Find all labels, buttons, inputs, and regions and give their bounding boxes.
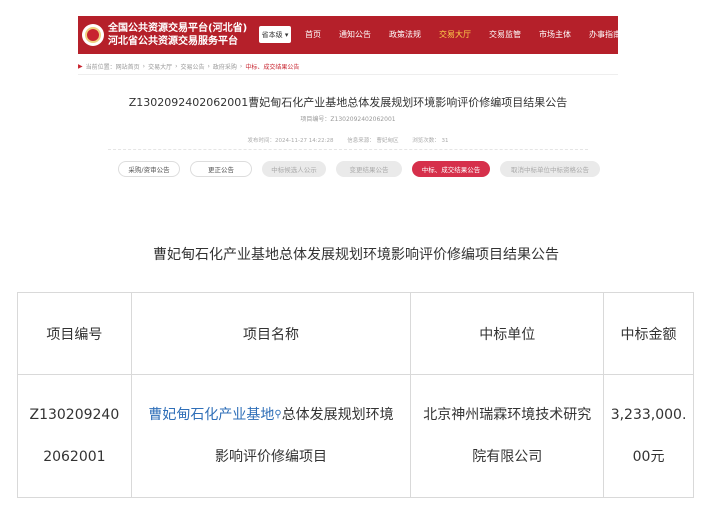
col-header-amount: 中标金额 [603, 292, 694, 375]
table-header-row: 项目编号 项目名称 中标单位 中标金额 [17, 292, 694, 375]
platform-logo [82, 24, 104, 46]
col-header-project-name: 项目名称 [130, 292, 412, 375]
divider [108, 149, 588, 150]
article-title: 曹妃甸石化产业基地总体发展规划环境影响评价修编项目结果公告 [153, 247, 559, 263]
tab-candidate-notice[interactable]: 中标候选人公示 [262, 161, 326, 177]
view-count: 浏览次数： 31 [412, 138, 449, 144]
doc-project-no: 项目编号：Z1302092402062001 [300, 116, 396, 123]
breadcrumb-announcements[interactable]: 交易公告 [180, 62, 204, 71]
tab-correction-notice[interactable]: 更正公告 [190, 161, 252, 177]
doc-title: Z1302092402062001曹妃甸石化产业基地总体发展规划环境影响评价修编… [128, 96, 568, 109]
cell-amount: 3,233,000.00元 [603, 374, 694, 498]
cell-winner: 北京神州瑞霖环境技术研究院有限公司 [410, 374, 605, 498]
region-select[interactable]: 省本级 ▾ [259, 26, 291, 43]
project-name-value: 曹妃甸石化产业基地⚲总体发展规划环境影响评价修编项目 [146, 394, 396, 478]
cell-project-no: Z1302092402062001 [17, 374, 132, 498]
embedded-screenshot: 全国公共资源交易平台(河北省) 河北省公共资源交易服务平台 省本级 ▾ 首页 通… [78, 16, 618, 204]
amount-value: 3,233,000.00元 [610, 407, 687, 465]
divider [78, 74, 618, 75]
breadcrumb-current: 中标、成交结果公告 [245, 64, 300, 71]
tab-award-result[interactable]: 中标、成交结果公告 [412, 161, 490, 177]
breadcrumb-home[interactable]: 网站首页 [116, 62, 140, 71]
publish-time: 发布时间：2024-11-27 14:22:28 [247, 138, 334, 144]
announcement-tabs: 采购/资审公告 更正公告 中标候选人公示 变更结果公告 中标、成交结果公告 取消… [118, 161, 610, 177]
breadcrumb-gov-procurement[interactable]: 政府采购 [213, 62, 237, 71]
info-source: 信息来源： 曹妃甸区 [347, 138, 399, 144]
nav-supervision[interactable]: 交易监管 [480, 16, 530, 54]
cell-project-name: 曹妃甸石化产业基地⚲总体发展规划环境影响评价修编项目 [130, 374, 412, 498]
nav-trading-hall[interactable]: 交易大厅 [430, 16, 480, 54]
nav-guide[interactable]: 办事指南 [580, 16, 618, 54]
brand-line2: 河北省公共资源交易服务平台 [108, 36, 238, 47]
project-no-value: Z1302092402062001 [29, 407, 120, 465]
nav-notices[interactable]: 通知公告 [330, 16, 380, 54]
site-header: 全国公共资源交易平台(河北省) 河北省公共资源交易服务平台 省本级 ▾ 首页 通… [78, 16, 618, 54]
result-table: 项目编号 项目名称 中标单位 中标金额 Z1302092402062001 曹妃… [17, 292, 694, 498]
nav-market-entities[interactable]: 市场主体 [530, 16, 580, 54]
location-icon: ▶ [78, 63, 83, 70]
winner-value: 北京神州瑞霖环境技术研究院有限公司 [423, 407, 592, 465]
tab-cancel-award[interactable]: 取消中标单位中标资格公告 [500, 161, 600, 177]
breadcrumb: ▶ 当前位置： 网站首页 › 交易大厅 › 交易公告 › 政府采购 › 中标、成交结果公… [78, 62, 300, 71]
nav-home[interactable]: 首页 [296, 16, 330, 54]
col-header-winner: 中标单位 [410, 292, 605, 375]
doc-meta: 发布时间：2024-11-27 14:22:28 信息来源： 曹妃甸区 浏览次数… [78, 136, 618, 144]
nav-policies[interactable]: 政策法规 [380, 16, 430, 54]
main-nav: 首页 通知公告 政策法规 交易大厅 交易监管 市场主体 办事指南 [296, 16, 618, 54]
brand-line1: 全国公共资源交易平台(河北省) [108, 23, 248, 34]
col-header-project-no: 项目编号 [17, 292, 132, 375]
project-name-link[interactable]: 曹妃甸石化产业基地 [148, 407, 274, 423]
breadcrumb-trading-hall[interactable]: 交易大厅 [148, 62, 172, 71]
tab-change-result[interactable]: 变更结果公告 [336, 161, 402, 177]
search-icon[interactable]: ⚲ [274, 409, 281, 420]
tab-procurement-notice[interactable]: 采购/资审公告 [118, 161, 180, 177]
site-brand: 全国公共资源交易平台(河北省) 河北省公共资源交易服务平台 [108, 22, 247, 48]
breadcrumb-label: 当前位置： [85, 64, 116, 71]
table-row: Z1302092402062001 曹妃甸石化产业基地⚲总体发展规划环境影响评价… [17, 374, 694, 498]
